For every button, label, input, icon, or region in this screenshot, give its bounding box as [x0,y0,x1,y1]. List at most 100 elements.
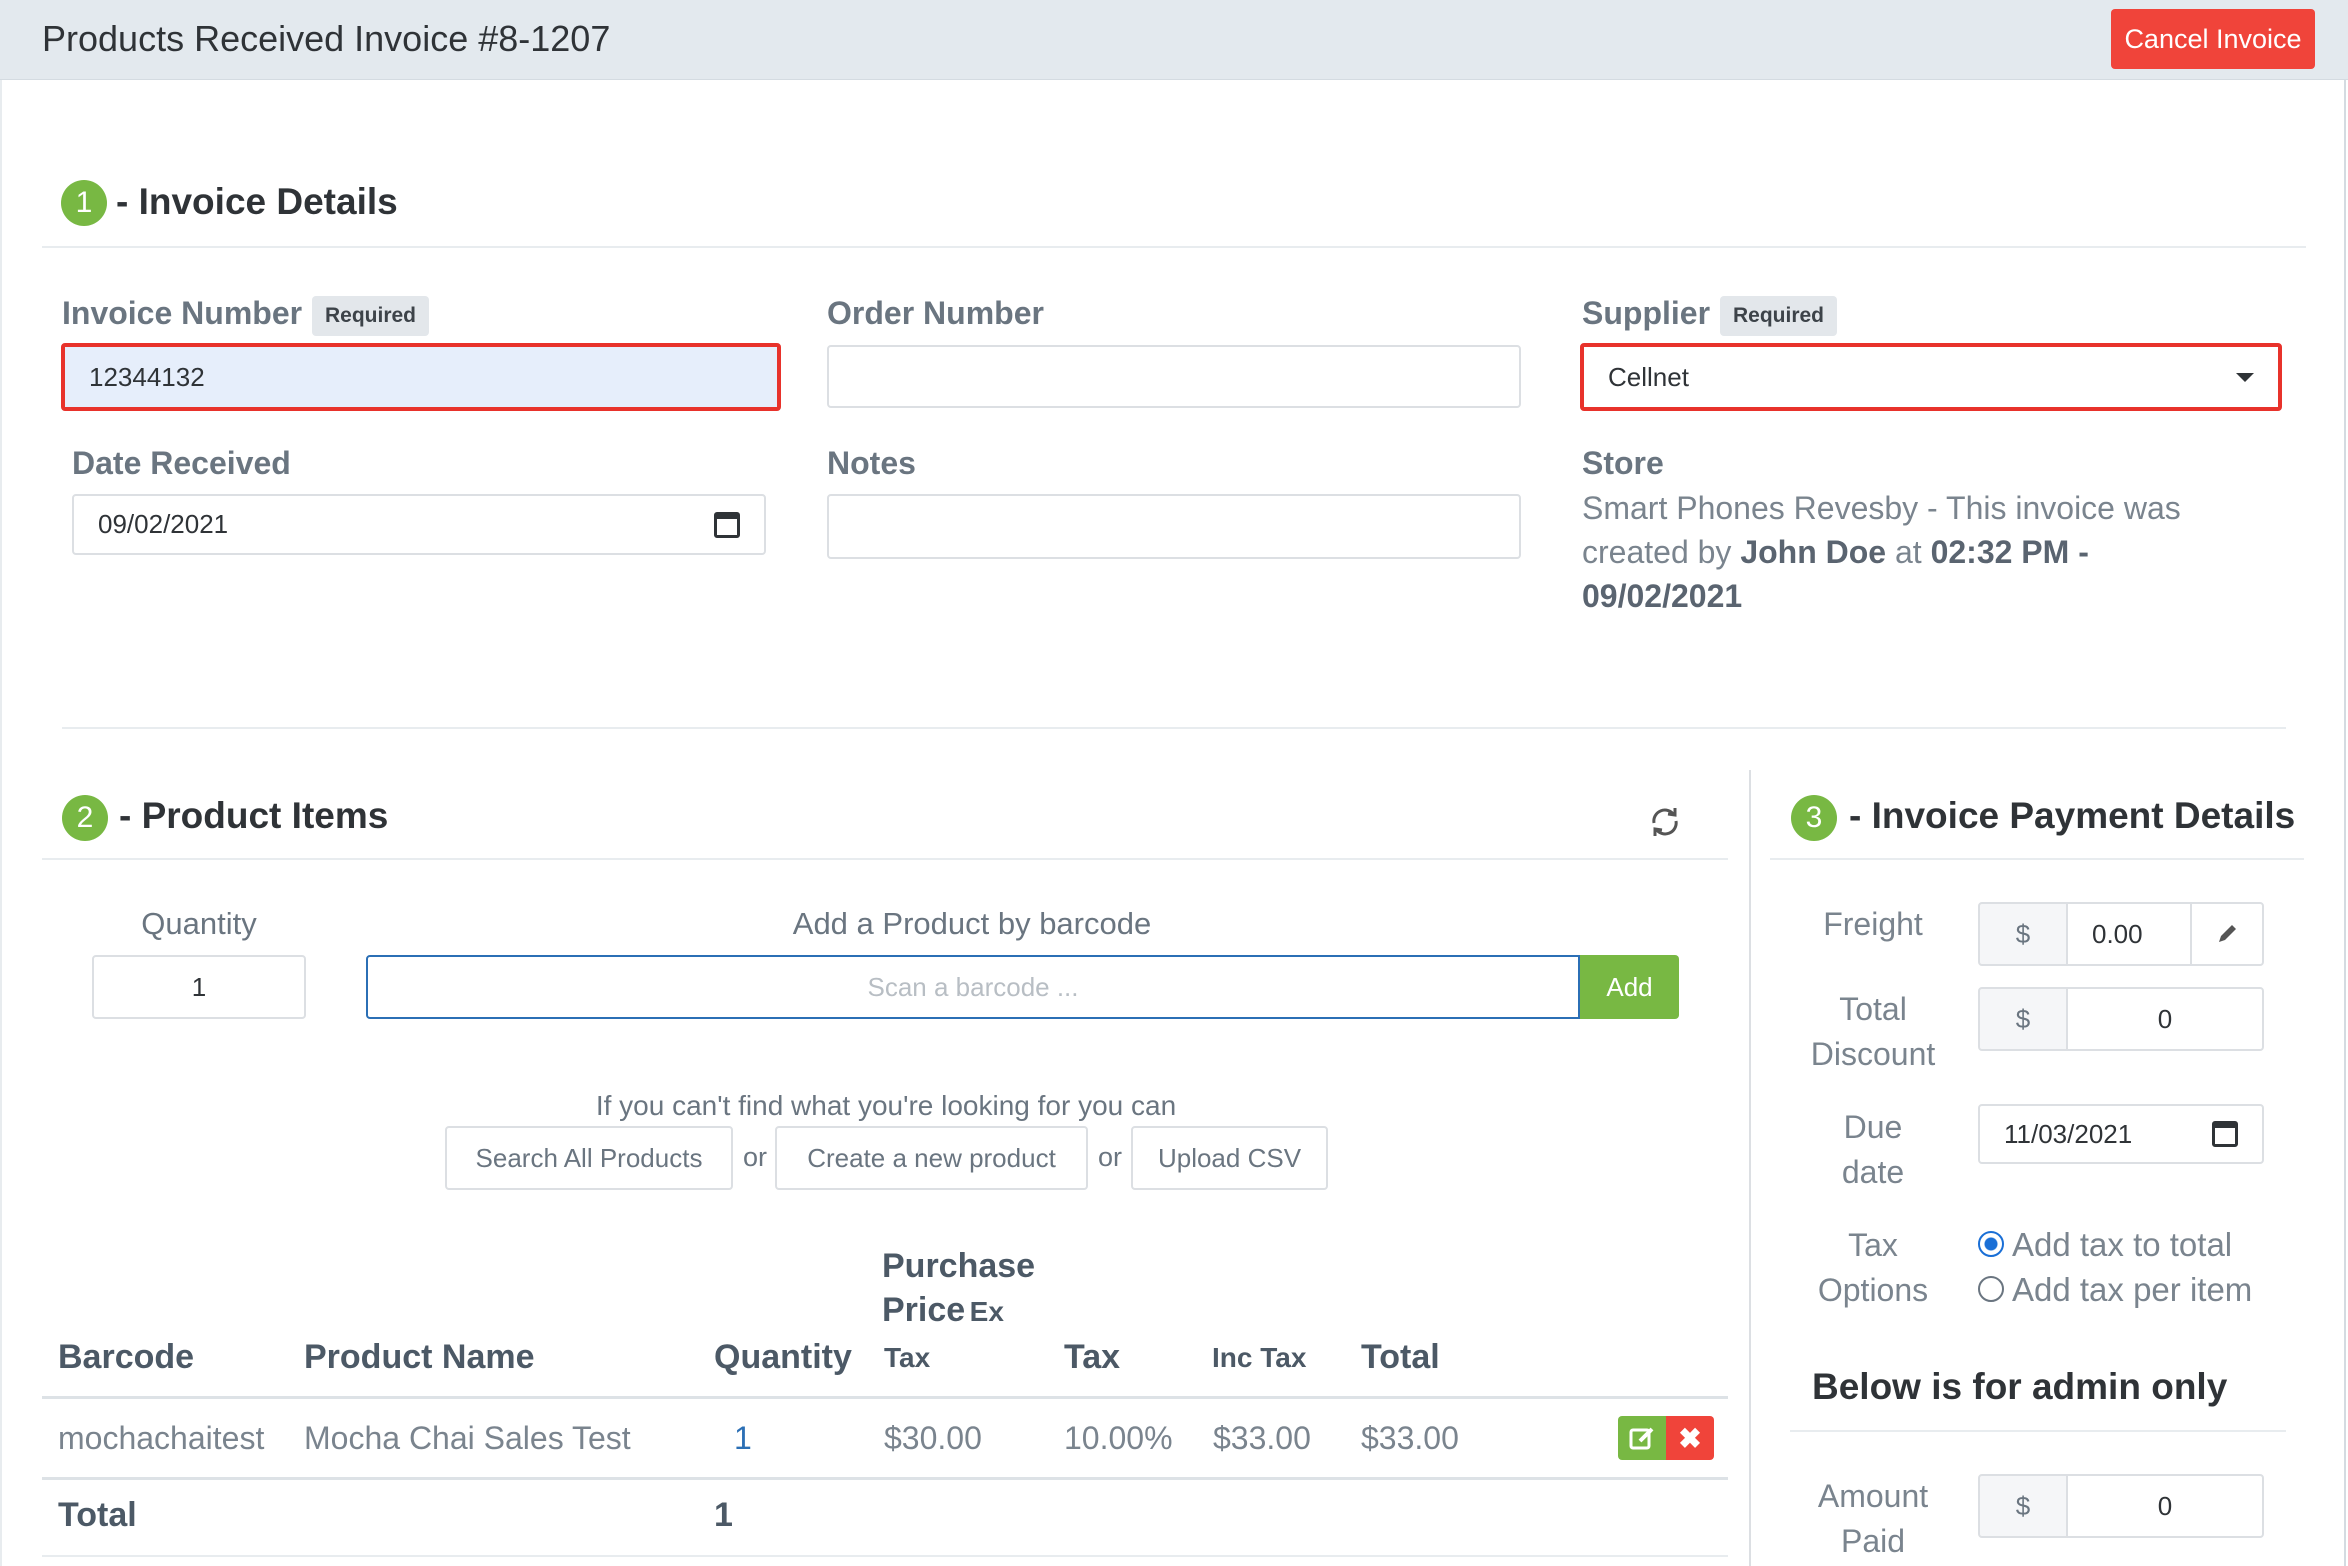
row-tax: 10.00% [1064,1420,1173,1456]
barcode-label: Add a Product by barcode [792,906,1152,941]
admin-only-title: Below is for admin only [1812,1366,2228,1407]
date-received-value: 09/02/2021 [98,509,229,539]
due-date-input[interactable]: 11/03/2021 [1978,1104,2264,1164]
refresh-icon[interactable] [1646,803,1684,841]
row-quantity-link[interactable]: 1 [734,1420,752,1457]
total-discount-label-line1: Total [1839,991,1907,1027]
invoice-number-input[interactable]: 12344132 [61,343,781,411]
search-all-products-button[interactable]: Search All Products [445,1126,733,1190]
total-discount-input[interactable]: 0 [2066,987,2264,1051]
amount-paid-label-line2: Paid [1840,1523,1906,1559]
column-divider [1749,770,1751,1566]
quantity-label: Quantity [141,906,257,941]
th-purchase-price: Price [882,1291,966,1329]
row-product-name: Mocha Chai Sales Test [304,1420,631,1456]
table-header-divider [42,1396,1728,1399]
date-received-label: Date Received [72,445,291,481]
store-label: Store [1582,445,1664,481]
freight-label: Freight [1823,906,1923,942]
barcode-placeholder: Scan a barcode ... [867,971,1079,1002]
barcode-input[interactable]: Scan a barcode ... [366,955,1580,1019]
tax-options-label-line1: Tax [1848,1227,1898,1263]
amount-paid-value: 0 [2157,1490,2173,1521]
th-tax: Tax [1064,1338,1121,1376]
section-3-number: 3 [1791,795,1837,841]
pencil-icon [2219,925,2236,942]
calendar-icon[interactable] [2212,1121,2238,1147]
section-divider [62,727,2286,729]
tax-options-label-line2: Options [1817,1272,1929,1308]
quantity-value: 1 [191,971,207,1002]
row-total: $33.00 [1361,1420,1459,1456]
notes-label: Notes [827,445,916,481]
tax-option-per-item-label[interactable]: Add tax per item [2012,1271,2252,1309]
supplier-label: Supplier [1582,295,1711,331]
calendar-icon[interactable] [714,511,740,538]
section-2-number: 2 [62,795,108,841]
order-number-label: Order Number [827,295,1044,331]
th-purchase-ex: Ex [969,1296,1004,1327]
store-info-user: John Doe [1740,534,1887,570]
tax-option-per-item-radio[interactable] [1978,1276,2004,1302]
th-purchase-tax: Tax [884,1342,931,1373]
order-number-input[interactable] [827,345,1521,408]
total-discount-currency: $ [1978,987,2068,1051]
admin-divider [1790,1430,2286,1432]
freight-edit-button[interactable] [2190,902,2264,966]
section-1-title: - Invoice Details [116,181,398,222]
quantity-input[interactable]: 1 [92,955,306,1019]
section-2-title: - Product Items [119,795,389,836]
table-footer-divider [42,1555,1728,1557]
close-icon: ✖ [1678,1422,1702,1454]
th-purchase-line2: Price Ex [882,1291,1004,1330]
amount-paid-label: Amount Paid [1790,1474,1956,1564]
total-discount-label-line2: Discount [1810,1036,1936,1072]
freight-currency: $ [1978,902,2068,966]
edit-row-button[interactable] [1618,1416,1666,1460]
page-border-right [2344,80,2346,1566]
freight-input[interactable]: 0.00 [2066,902,2192,966]
supplier-value: Cellnet [1608,361,1689,392]
add-barcode-button[interactable]: Add [1580,955,1679,1019]
edit-icon [1629,1427,1654,1450]
th-inc-tax: Inc Tax [1212,1342,1307,1373]
invoice-number-label: Invoice Number [62,295,303,331]
or-text-2: or [1098,1142,1123,1172]
cancel-invoice-button[interactable]: Cancel Invoice [2111,9,2315,69]
help-text: If you can't find what you're looking fo… [595,1090,1177,1121]
section-2-divider [42,858,1728,860]
chevron-down-icon [2236,372,2254,382]
or-text-1: or [743,1142,768,1172]
create-new-product-button[interactable]: Create a new product [775,1126,1088,1190]
date-received-input[interactable]: 09/02/2021 [72,494,766,555]
amount-paid-input[interactable]: 0 [2066,1474,2264,1538]
row-purchase-price: $30.00 [884,1420,982,1456]
amount-paid-currency: $ [1978,1474,2068,1538]
due-date-label: Due date [1790,1105,1956,1195]
upload-csv-button[interactable]: Upload CSV [1131,1126,1328,1190]
total-discount-label: Total Discount [1790,987,1956,1077]
due-date-label-line2: date [1841,1154,1905,1190]
tax-option-total-radio[interactable] [1978,1231,2004,1257]
supplier-required-badge: Required [1720,296,1838,336]
row-inc-tax: $33.00 [1213,1420,1311,1456]
supplier-select[interactable]: Cellnet [1580,343,2282,411]
total-discount-value: 0 [2157,1003,2173,1034]
th-product-name: Product Name [304,1338,535,1376]
invoice-number-value: 12344132 [89,361,205,392]
freight-value: 0.00 [2092,918,2143,949]
amount-paid-label-line1: Amount [1817,1478,1929,1514]
delete-row-button[interactable]: ✖ [1666,1416,1714,1460]
table-row-divider [42,1477,1728,1480]
th-quantity: Quantity [714,1338,852,1376]
section-1-divider [42,246,2306,248]
section-1-number: 1 [61,180,107,226]
store-info-at: at [1886,534,1931,570]
total-quantity: 1 [714,1496,733,1534]
page-title: Products Received Invoice #8-1207 [42,18,611,59]
section-3-divider [1770,858,2304,860]
invoice-number-required-badge: Required [312,296,430,336]
notes-input[interactable] [827,494,1521,559]
tax-option-total-label[interactable]: Add tax to total [2012,1226,2232,1264]
row-barcode: mochachaitest [58,1420,265,1456]
